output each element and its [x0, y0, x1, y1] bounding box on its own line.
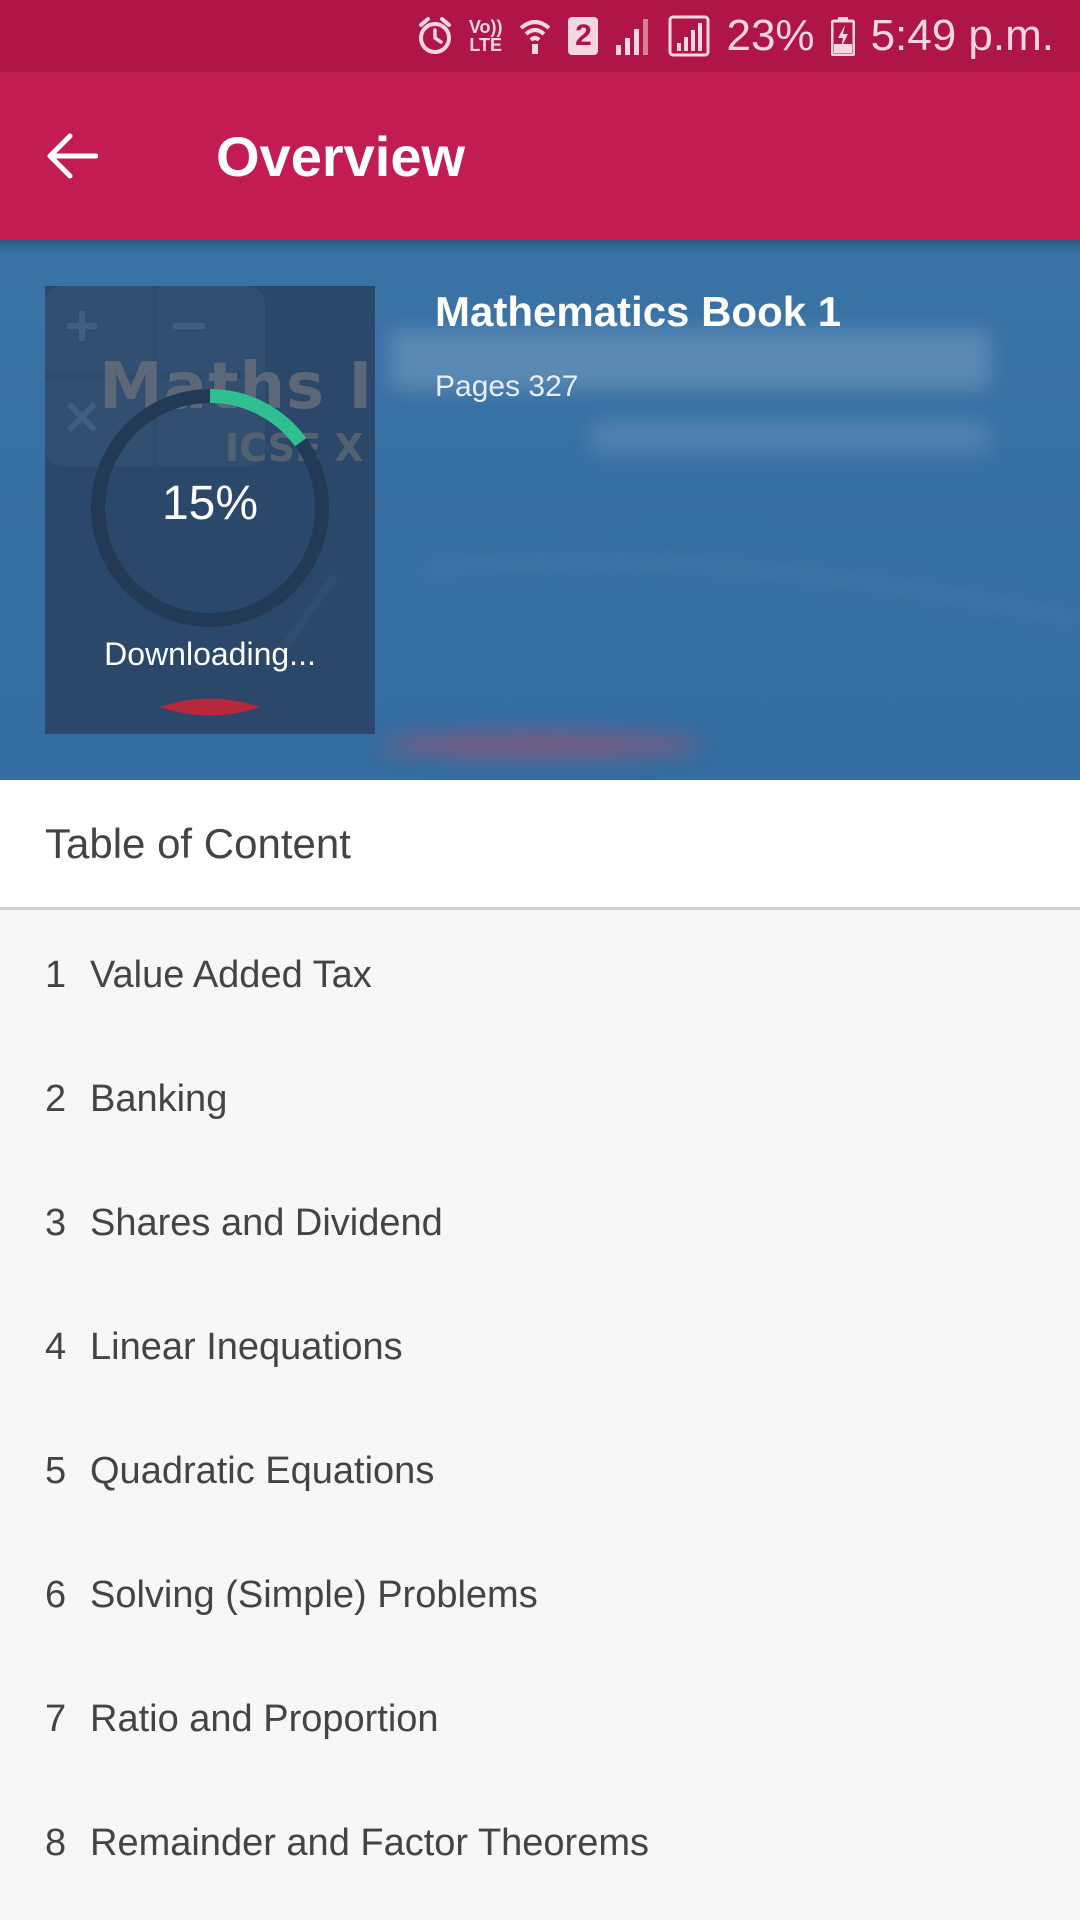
toc-item-number: 3	[45, 1201, 67, 1244]
clock: 5:49 p.m.	[870, 11, 1054, 60]
toc-header: Table of Content	[0, 780, 1080, 910]
toc-item-label: Remainder and Factor Theorems	[90, 1821, 649, 1864]
toc-item-label: Quadratic Equations	[90, 1449, 435, 1492]
book-cover[interactable]: Maths I ICSE X 15% Downloading...	[45, 286, 375, 734]
toc-item-label: Ratio and Proportion	[90, 1697, 439, 1740]
toc-item-number: 1	[45, 953, 67, 996]
toc-item[interactable]: 4 Linear Inequations	[0, 1285, 1080, 1409]
toc-item-number: 8	[45, 1821, 67, 1864]
book-header: Maths I ICSE X 15% Downloading... Mathem…	[0, 240, 1080, 780]
toc-list: 1 Value Added Tax 2 Banking 3 Shares and…	[0, 913, 1080, 1905]
battery-percent: 23%	[726, 11, 815, 60]
toc-item[interactable]: 3 Shares and Dividend	[0, 1161, 1080, 1285]
wifi-icon	[518, 16, 552, 56]
toc-item[interactable]: 7 Ratio and Proportion	[0, 1657, 1080, 1781]
volte-icon: Vo)) LTE	[468, 17, 503, 55]
back-button[interactable]	[24, 108, 120, 204]
app-bar-shadow	[0, 240, 1080, 254]
book-info: Mathematics Book 1 Pages 327	[435, 288, 841, 404]
toc-item[interactable]: 2 Banking	[0, 1037, 1080, 1161]
toc-item-number: 7	[45, 1697, 67, 1740]
download-status: Downloading...	[104, 636, 316, 672]
status-bar: Vo)) LTE 2 23% 5:49 p.m.	[0, 0, 1080, 72]
publisher-logo	[160, 698, 260, 716]
sim-icon: 2	[568, 17, 599, 55]
toc-item[interactable]: 5 Quadratic Equations	[0, 1409, 1080, 1533]
book-page-count: Pages 327	[435, 370, 579, 403]
toc-item-number: 6	[45, 1573, 67, 1616]
book-title: Mathematics Book 1	[435, 288, 842, 335]
app-bar: Overview	[0, 72, 1080, 240]
signal-icon	[668, 15, 710, 57]
toc-item-number: 2	[45, 1077, 67, 1120]
alarm-icon	[417, 16, 453, 56]
toc-item-label: Shares and Dividend	[90, 1201, 443, 1244]
toc-item-label: Value Added Tax	[90, 953, 372, 996]
toc-item-number: 4	[45, 1325, 67, 1368]
toc-item[interactable]: 1 Value Added Tax	[0, 913, 1080, 1037]
toc-item[interactable]: 8 Remainder and Factor Theorems	[0, 1781, 1080, 1905]
signal-icon	[614, 17, 652, 55]
toc-item-label: Banking	[90, 1077, 228, 1120]
toc-item-label: Solving (Simple) Problems	[90, 1573, 538, 1616]
arrow-left-icon	[47, 133, 98, 179]
toc-item[interactable]: 6 Solving (Simple) Problems	[0, 1533, 1080, 1657]
download-progress-percent: 15%	[161, 477, 259, 530]
toc-item-number: 5	[45, 1449, 67, 1492]
battery-charging-icon	[830, 16, 855, 56]
page-title: Overview	[216, 124, 466, 188]
toc-item-label: Linear Inequations	[90, 1325, 403, 1368]
